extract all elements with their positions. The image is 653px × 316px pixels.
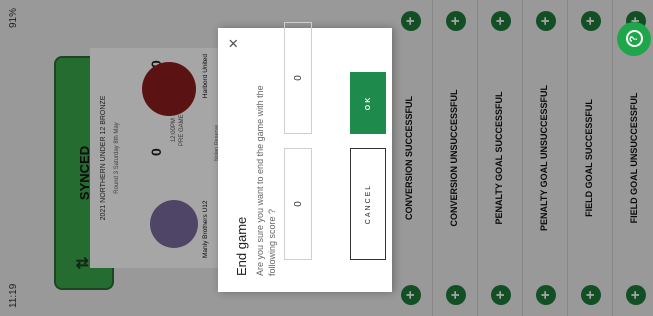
help-icon: ? (625, 30, 643, 48)
ok-button[interactable]: OK (350, 72, 386, 134)
app-screen: 11:19 91% ⇅ SYNCED 2021 NORTHERN UNDER 1… (0, 0, 653, 316)
dialog-message: Are you sure you want to end the game wi… (255, 85, 277, 276)
away-final-score: 0 (284, 22, 312, 134)
end-game-dialog: ✕ End game Are you sure you want to end … (218, 22, 392, 292)
home-final-score: 0 (284, 148, 312, 260)
help-button[interactable]: ? (617, 22, 651, 56)
dialog-title: End game (234, 216, 249, 276)
close-icon[interactable]: ✕ (226, 38, 242, 49)
cancel-button[interactable]: CANCEL (350, 148, 386, 260)
